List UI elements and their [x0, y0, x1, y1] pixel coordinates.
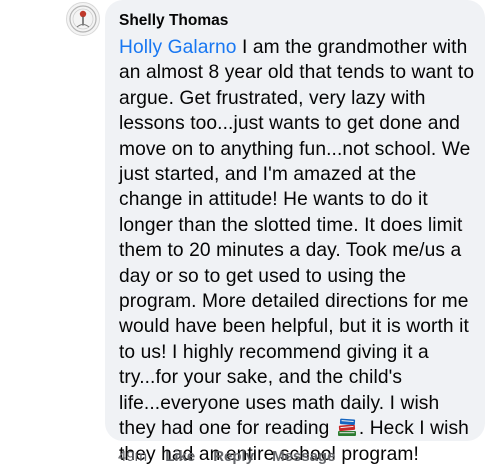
- comment-author[interactable]: Shelly Thomas: [119, 11, 475, 31]
- avatar[interactable]: [66, 2, 100, 36]
- books-emoji-icon: [336, 417, 358, 437]
- comment-body-part1: I am the grandmother with an almost 8 ye…: [119, 37, 475, 440]
- comment-actions: 49m Like Reply Message: [118, 448, 335, 465]
- like-button[interactable]: Like: [165, 448, 195, 465]
- comment-thread: Shelly Thomas Holly Galarno I am the gra…: [0, 0, 500, 467]
- message-button[interactable]: Message: [272, 448, 335, 465]
- comment-bubble: Shelly Thomas Holly Galarno I am the gra…: [105, 0, 485, 465]
- comment-text: Holly Galarno I am the grandmother with …: [119, 35, 475, 467]
- avatar-logo-icon: [69, 5, 97, 33]
- comment-timestamp[interactable]: 49m: [118, 448, 147, 465]
- mention-link[interactable]: Holly Galarno: [119, 37, 237, 58]
- reply-button[interactable]: Reply: [213, 448, 254, 465]
